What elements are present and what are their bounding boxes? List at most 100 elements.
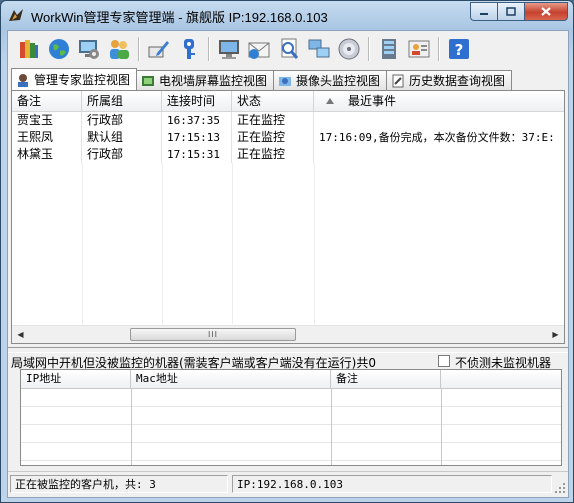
server-icon <box>382 39 396 59</box>
toolbar-separator <box>368 37 370 61</box>
computer-button[interactable] <box>216 36 242 62</box>
status-client-count: 正在被监控的客户机，共: 3 <box>10 475 228 493</box>
app-logo-icon <box>9 9 23 21</box>
lan-list-header: IP地址 Mac地址 备注 <box>21 370 561 389</box>
cell-group: 行政部 <box>82 146 162 163</box>
tab-camera-view[interactable]: 摄像头监控视图 <box>273 70 388 90</box>
table-row[interactable]: 林黛玉 行政部 17:15:31 正在监控 <box>12 146 564 163</box>
view-tabs: 管理专家监控视图 电视墙屏幕监控视图 摄像头监控视图 历史数据查询视图 <box>11 68 513 90</box>
cell-status: 正在监控 <box>232 129 314 146</box>
status-ip: IP:192.168.0.103 <box>232 475 552 493</box>
cell-group: 默认组 <box>82 129 162 146</box>
column-header-group[interactable]: 所属组 <box>82 91 162 111</box>
globe-button[interactable] <box>46 36 72 62</box>
cell-time: 17:15:31 <box>162 146 232 163</box>
tab-label: 摄像头监控视图 <box>296 74 381 88</box>
column-header-ip[interactable]: IP地址 <box>21 370 131 388</box>
app-window: WorkWin管理专家管理端 - 旗舰版 IP:192.168.0.103 ? … <box>0 0 574 503</box>
column-divider <box>331 388 332 465</box>
cell-note: 王熙凤 <box>12 129 82 146</box>
column-divider <box>162 163 163 324</box>
title-bar[interactable]: WorkWin管理专家管理端 - 旗舰版 IP:192.168.0.103 <box>1 1 573 29</box>
cell-event <box>314 112 564 129</box>
toolbar-separator <box>138 37 140 61</box>
client-area: ? 管理专家监控视图 电视墙屏幕监控视图 摄像头监控视图 历史数据查询视图 备注… <box>7 30 569 498</box>
column-header-status[interactable]: 状态 <box>232 91 314 111</box>
minimize-button[interactable] <box>470 2 497 21</box>
cd-disc-icon <box>338 38 360 60</box>
ignore-unmonitored-checkbox[interactable] <box>438 355 450 367</box>
manager-icon <box>18 73 28 87</box>
email-button[interactable] <box>246 36 272 62</box>
monitor-settings-button[interactable] <box>76 36 102 62</box>
resize-grip-icon[interactable] <box>554 482 566 494</box>
column-header-event-label: 最近事件 <box>348 94 397 108</box>
sort-up-icon <box>326 98 334 104</box>
status-bar: 正在被监控的客户机，共: 3 IP:192.168.0.103 <box>8 471 568 496</box>
column-header-mac[interactable]: Mac地址 <box>131 370 331 388</box>
globe-icon <box>49 39 69 59</box>
grid-line <box>21 460 561 461</box>
tab-history-view[interactable]: 历史数据查询视图 <box>386 70 513 90</box>
key-button[interactable] <box>176 36 202 62</box>
help-button[interactable]: ? <box>446 36 472 62</box>
key-icon <box>184 39 195 59</box>
tab-tv-wall-view[interactable]: 电视墙屏幕监控视图 <box>136 70 275 90</box>
server-button[interactable] <box>376 36 402 62</box>
email-icon <box>248 42 270 59</box>
window-title: WorkWin管理专家管理端 - 旗舰版 IP:192.168.0.103 <box>31 10 328 25</box>
column-header-time[interactable]: 连接时间 <box>162 91 232 111</box>
table-row[interactable]: 王熙凤 默认组 17:15:13 正在监控 17:16:09,备份完成，本次备份… <box>12 129 564 146</box>
tab-label: 历史数据查询视图 <box>409 74 506 88</box>
horizontal-scrollbar[interactable]: ◀ III ▶ <box>12 325 564 343</box>
tv-wall-icon <box>142 75 155 86</box>
cell-status: 正在监控 <box>232 112 314 129</box>
column-header-event[interactable]: 最近事件 <box>314 91 564 111</box>
minimize-icon <box>480 12 488 15</box>
cell-time: 17:15:13 <box>162 129 232 146</box>
close-button[interactable] <box>524 2 568 21</box>
monitored-clients-list: 备注 所属组 连接时间 状态 最近事件 贾宝玉 行政部 16:37:35 正在监… <box>11 90 565 344</box>
tab-manager-view[interactable]: 管理专家监控视图 <box>11 68 138 90</box>
column-header-lan-note[interactable]: 备注 <box>331 370 441 388</box>
network-button[interactable] <box>306 36 332 62</box>
panel-splitter[interactable] <box>8 347 568 353</box>
books-button[interactable] <box>16 36 42 62</box>
books-icon <box>20 40 38 58</box>
id-card-icon <box>408 40 430 58</box>
network-icon <box>308 39 330 58</box>
close-icon <box>541 7 551 16</box>
cell-status: 正在监控 <box>232 146 314 163</box>
edit-button[interactable] <box>146 36 172 62</box>
column-divider <box>131 388 132 465</box>
table-row[interactable]: 贾宝玉 行政部 16:37:35 正在监控 <box>12 112 564 129</box>
scroll-right-icon[interactable]: ▶ <box>547 326 564 343</box>
cell-event <box>314 146 564 163</box>
column-divider <box>314 163 315 324</box>
camera-icon <box>279 76 292 86</box>
column-divider <box>441 388 442 465</box>
history-icon <box>392 74 404 87</box>
grid-line <box>21 442 561 443</box>
tab-label: 管理专家监控视图 <box>34 73 131 87</box>
cell-group: 行政部 <box>82 112 162 129</box>
maximize-button[interactable] <box>497 2 524 21</box>
tab-label: 电视墙屏幕监控视图 <box>159 74 268 88</box>
lan-machines-list: IP地址 Mac地址 备注 <box>20 369 562 466</box>
scroll-thumb[interactable]: III <box>130 328 296 341</box>
users-icon <box>110 40 129 59</box>
toolbar: ? <box>8 31 568 67</box>
id-card-button[interactable] <box>406 36 432 62</box>
cell-time: 16:37:35 <box>162 112 232 129</box>
search-document-button[interactable] <box>276 36 302 62</box>
cd-disc-button[interactable] <box>336 36 362 62</box>
maximize-icon <box>506 7 516 16</box>
column-divider <box>82 163 83 324</box>
users-button[interactable] <box>106 36 132 62</box>
column-header-note[interactable]: 备注 <box>12 91 82 111</box>
cell-event: 17:16:09,备份完成，本次备份文件数：37:E: <box>319 131 555 144</box>
list-header: 备注 所属组 连接时间 状态 最近事件 <box>12 91 564 112</box>
search-document-icon <box>281 38 299 59</box>
monitor-settings-icon <box>79 40 99 59</box>
scroll-left-icon[interactable]: ◀ <box>12 326 29 343</box>
